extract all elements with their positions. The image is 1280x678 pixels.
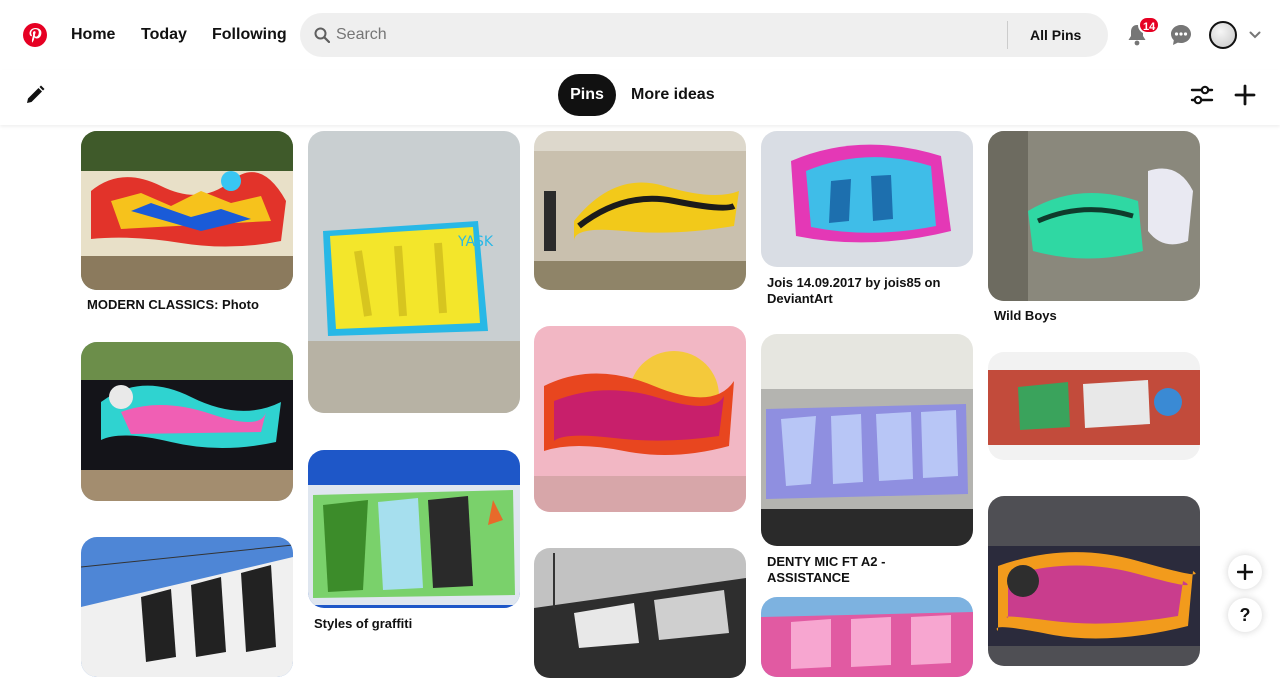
tab-more-ideas[interactable]: More ideas [631,74,715,116]
filter-sliders-icon[interactable] [1190,84,1214,106]
pin-image[interactable] [988,131,1200,301]
help-icon: ? [1239,605,1251,625]
pin-image[interactable] [81,537,293,677]
board-toolbar: Pins More ideas [0,70,1280,125]
pin-image[interactable] [761,131,973,267]
edit-pencil-icon[interactable] [24,84,46,106]
pin-image[interactable] [81,342,293,501]
pin-image[interactable] [534,131,746,290]
pin-image[interactable] [761,334,973,546]
pin-image[interactable] [534,326,746,512]
help-button[interactable]: ? [1228,598,1262,632]
pin-title[interactable]: DENTY MIC FT A2 -ASSISTANCE [767,554,967,586]
create-pin-button[interactable] [1228,555,1262,589]
pin-image[interactable] [308,450,520,608]
pin-image[interactable] [988,496,1200,666]
pin-image[interactable] [534,548,746,678]
pin-image[interactable]: YASK [308,131,520,413]
pin-image[interactable] [81,131,293,290]
pin-title[interactable]: Styles of graffiti [314,616,514,632]
pin-image[interactable] [761,597,973,677]
plus-icon [1237,564,1253,580]
pin-title[interactable]: MODERN CLASSICS: Photo [87,297,287,313]
svg-text:YASK: YASK [457,234,494,250]
pin-title[interactable]: Jois 14.09.2017 by jois85 on DeviantArt [767,275,967,307]
tab-pins[interactable]: Pins [558,74,616,116]
pin-image[interactable] [988,352,1200,460]
add-plus-icon[interactable] [1234,84,1256,106]
pin-title[interactable]: Wild Boys [994,308,1194,324]
